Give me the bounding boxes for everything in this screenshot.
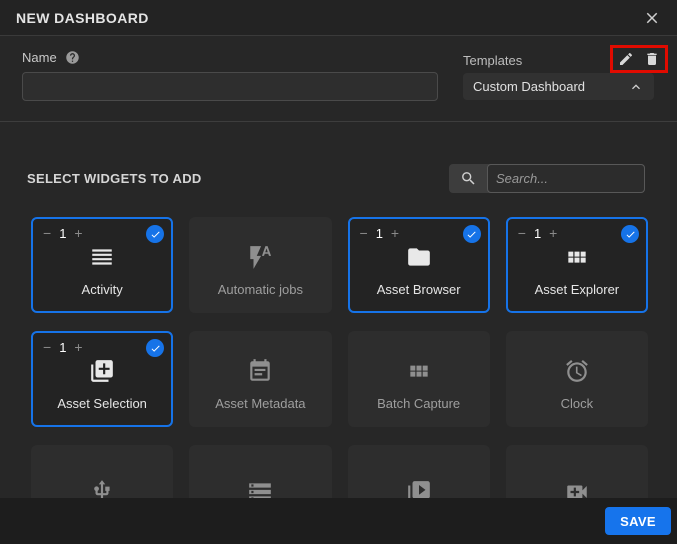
- folder-icon: [406, 244, 432, 270]
- widget-count-value: 1: [534, 226, 541, 241]
- alarm-icon: [564, 358, 590, 384]
- widget-card-clock[interactable]: Clock: [506, 331, 648, 427]
- decrease-count-button[interactable]: −: [518, 225, 526, 241]
- widget-label: Asset Metadata: [215, 396, 305, 411]
- decrease-count-button[interactable]: −: [360, 225, 368, 241]
- increase-count-button[interactable]: +: [74, 225, 82, 241]
- library-add-icon: [89, 358, 115, 384]
- storage-icon: [247, 479, 273, 498]
- widget-count-stepper: −1 +: [360, 225, 400, 241]
- widget-card-asset-selection[interactable]: −1 + Asset Selection: [31, 331, 173, 427]
- widget-count-value: 1: [59, 340, 66, 355]
- event-note-icon: [247, 358, 273, 384]
- save-button[interactable]: SAVE: [605, 507, 671, 535]
- widget-card-asset-explorer[interactable]: −1 + Asset Explorer: [506, 217, 648, 313]
- search-icon[interactable]: [449, 164, 487, 193]
- video-library-icon: [406, 479, 432, 498]
- widget-card-batch-capture[interactable]: Batch Capture: [348, 331, 490, 427]
- dialog-title: NEW DASHBOARD: [16, 10, 149, 26]
- dialog-footer: SAVE: [0, 498, 677, 544]
- grid-icon: [564, 244, 590, 270]
- selected-check-icon[interactable]: [146, 225, 164, 243]
- reorder-icon: [89, 244, 115, 270]
- decrease-count-button[interactable]: −: [43, 339, 51, 355]
- selected-check-icon[interactable]: [463, 225, 481, 243]
- selected-check-icon[interactable]: [621, 225, 639, 243]
- usb-icon: [89, 479, 115, 498]
- selected-check-icon[interactable]: [146, 339, 164, 357]
- widget-count-stepper: −1 +: [43, 339, 83, 355]
- widget-card-widget-8[interactable]: [31, 445, 173, 498]
- widget-label: Activity: [82, 282, 123, 297]
- widget-count-value: 1: [376, 226, 383, 241]
- widget-card-automatic-jobs[interactable]: Automatic jobs: [189, 217, 331, 313]
- widgets-viewport: SELECT WIDGETS TO ADD −1+ActivityAutomat…: [0, 122, 677, 498]
- widgets-section-title: SELECT WIDGETS TO ADD: [27, 171, 202, 186]
- name-label: Name: [22, 50, 57, 65]
- widget-label: Asset Selection: [57, 396, 147, 411]
- pencil-icon[interactable]: [618, 51, 634, 67]
- widget-label: Automatic jobs: [218, 282, 303, 297]
- widget-count-value: 1: [59, 226, 66, 241]
- grid-icon: [406, 358, 432, 384]
- widget-card-widget-9[interactable]: [189, 445, 331, 498]
- increase-count-button[interactable]: +: [391, 225, 399, 241]
- search-input[interactable]: [487, 164, 645, 193]
- templates-label: Templates: [463, 53, 522, 68]
- widget-search: [449, 164, 645, 193]
- widget-grid: −1+ActivityAutomatic jobs−1+Asset Browse…: [31, 217, 648, 498]
- dashboard-form: Name Templates Custom Dashboard: [0, 36, 677, 121]
- widget-label: Asset Explorer: [535, 282, 620, 297]
- widget-label: Batch Capture: [377, 396, 460, 411]
- widget-label: Asset Browser: [377, 282, 461, 297]
- widget-count-stepper: −1 +: [518, 225, 558, 241]
- widget-label: Clock: [561, 396, 594, 411]
- templates-select[interactable]: Custom Dashboard: [463, 73, 654, 100]
- widget-card-widget-11[interactable]: [506, 445, 648, 498]
- video-call-icon: [564, 479, 590, 498]
- help-icon[interactable]: [65, 50, 80, 65]
- increase-count-button[interactable]: +: [74, 339, 82, 355]
- widget-card-widget-10[interactable]: [348, 445, 490, 498]
- widget-card-activity[interactable]: −1 + Activity: [31, 217, 173, 313]
- new-dashboard-dialog: NEW DASHBOARD Name Templates Custom Dash…: [0, 0, 677, 544]
- close-icon[interactable]: [643, 9, 661, 27]
- decrease-count-button[interactable]: −: [43, 225, 51, 241]
- widget-card-asset-browser[interactable]: −1 + Asset Browser: [348, 217, 490, 313]
- dialog-header: NEW DASHBOARD: [0, 0, 677, 36]
- widget-card-asset-metadata[interactable]: Asset Metadata: [189, 331, 331, 427]
- trash-icon[interactable]: [644, 51, 660, 67]
- increase-count-button[interactable]: +: [549, 225, 557, 241]
- name-input[interactable]: [22, 72, 438, 101]
- chevron-up-icon: [628, 79, 644, 95]
- widget-count-stepper: −1 +: [43, 225, 83, 241]
- templates-selected-value: Custom Dashboard: [473, 79, 585, 94]
- annotation-highlight-box: [610, 45, 668, 73]
- flash-auto-icon: [247, 244, 273, 270]
